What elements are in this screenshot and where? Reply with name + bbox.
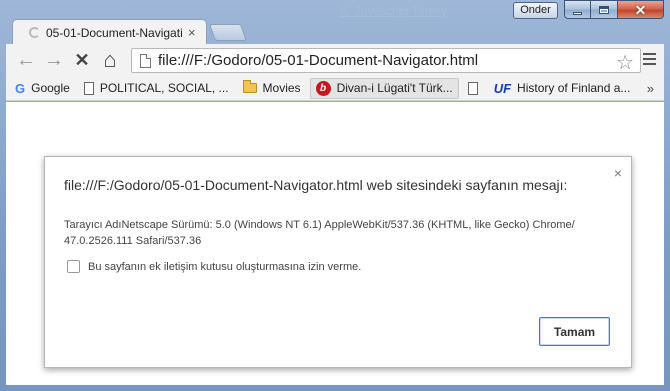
minimize-icon — [573, 11, 582, 15]
maximize-button[interactable] — [591, 0, 618, 19]
bookmark-star-icon[interactable]: ☆ — [616, 50, 634, 75]
new-tab-button[interactable] — [208, 24, 248, 41]
bookmark-political-social[interactable]: POLITICAL, SOCIAL, ... — [79, 78, 234, 99]
tab-close-icon[interactable]: × — [188, 25, 196, 40]
bookmark-label: Divan-i Lügati't Türk... — [336, 81, 453, 95]
toolbar: ← → ✕ ⌂ file:///F:/Godoro/05-01-Document… — [6, 44, 664, 76]
bookmark-folder-movies[interactable]: Movies — [238, 78, 306, 99]
page-icon — [83, 81, 94, 95]
bookmark-label: Movies — [262, 81, 301, 95]
back-button[interactable]: ← — [12, 46, 40, 74]
close-icon: ✕ — [634, 1, 647, 18]
menu-bar-icon — [642, 58, 656, 60]
bookmark-google[interactable]: G Google — [10, 78, 75, 99]
bookmark-divan-lugat[interactable]: b Divan-i Lügati't Türk... — [309, 77, 459, 99]
bookmark-untitled-page[interactable] — [463, 78, 489, 99]
forward-button[interactable]: → — [40, 46, 68, 74]
page-icon — [140, 53, 151, 68]
bookmark-label: Google — [31, 81, 70, 95]
suppress-dialogs-checkbox[interactable] — [67, 260, 80, 273]
ok-button[interactable]: Tamam — [539, 317, 610, 346]
user-profile-button[interactable]: Onder — [513, 2, 558, 19]
maximize-icon — [599, 5, 609, 14]
tab-title: 05-01-Document-Navigati — [46, 25, 182, 40]
chrome-menu-button[interactable] — [639, 48, 659, 70]
loading-spinner-icon — [29, 27, 40, 38]
tab-active[interactable]: 05-01-Document-Navigati × — [12, 19, 207, 45]
background-window-title: K. Javascript Tinsey — [340, 4, 447, 18]
menu-bar-icon — [642, 53, 656, 55]
bookmark-label: History of Finland a... — [517, 81, 631, 95]
bookmarks-overflow-icon[interactable]: » — [647, 81, 654, 96]
stop-button[interactable]: ✕ — [68, 46, 96, 74]
bookmark-history-finland[interactable]: UF History of Finland a... — [489, 78, 636, 99]
folder-icon — [242, 80, 257, 93]
uf-icon: UF — [493, 80, 512, 96]
home-button[interactable]: ⌂ — [96, 46, 124, 74]
minimize-button[interactable] — [564, 0, 591, 19]
dialog-message: Tarayıcı AdıNetscape Sürümü: 5.0 (Window… — [64, 219, 575, 247]
browser-window: K. Javascript Tinsey Onder ✕ 05-01-Docum… — [0, 0, 670, 391]
dialog-title: file:///F:/Godoro/05-01-Document-Navigat… — [64, 177, 568, 193]
google-icon: G — [15, 80, 26, 96]
dialog-close-icon[interactable]: × — [614, 165, 622, 181]
menu-bar-icon — [642, 63, 656, 65]
suppress-dialogs-option[interactable]: Bu sayfanın ek iletişim kutusu oluşturma… — [67, 260, 361, 273]
page-icon — [467, 81, 478, 95]
bookmark-b-icon: b — [315, 80, 331, 96]
suppress-dialogs-label: Bu sayfanın ek iletişim kutusu oluşturma… — [88, 260, 362, 273]
bookmark-label: POLITICAL, SOCIAL, ... — [99, 81, 229, 95]
caption-buttons: ✕ — [564, 0, 664, 20]
bookmarks-bar: G Google POLITICAL, SOCIAL, ... Movies b… — [6, 76, 664, 101]
address-bar[interactable]: file:///F:/Godoro/05-01-Document-Navigat… — [131, 48, 641, 75]
url-text[interactable]: file:///F:/Godoro/05-01-Document-Navigat… — [158, 52, 478, 69]
close-window-button[interactable]: ✕ — [618, 0, 664, 19]
javascript-alert-dialog: × file:///F:/Godoro/05-01-Document-Navig… — [44, 156, 632, 368]
